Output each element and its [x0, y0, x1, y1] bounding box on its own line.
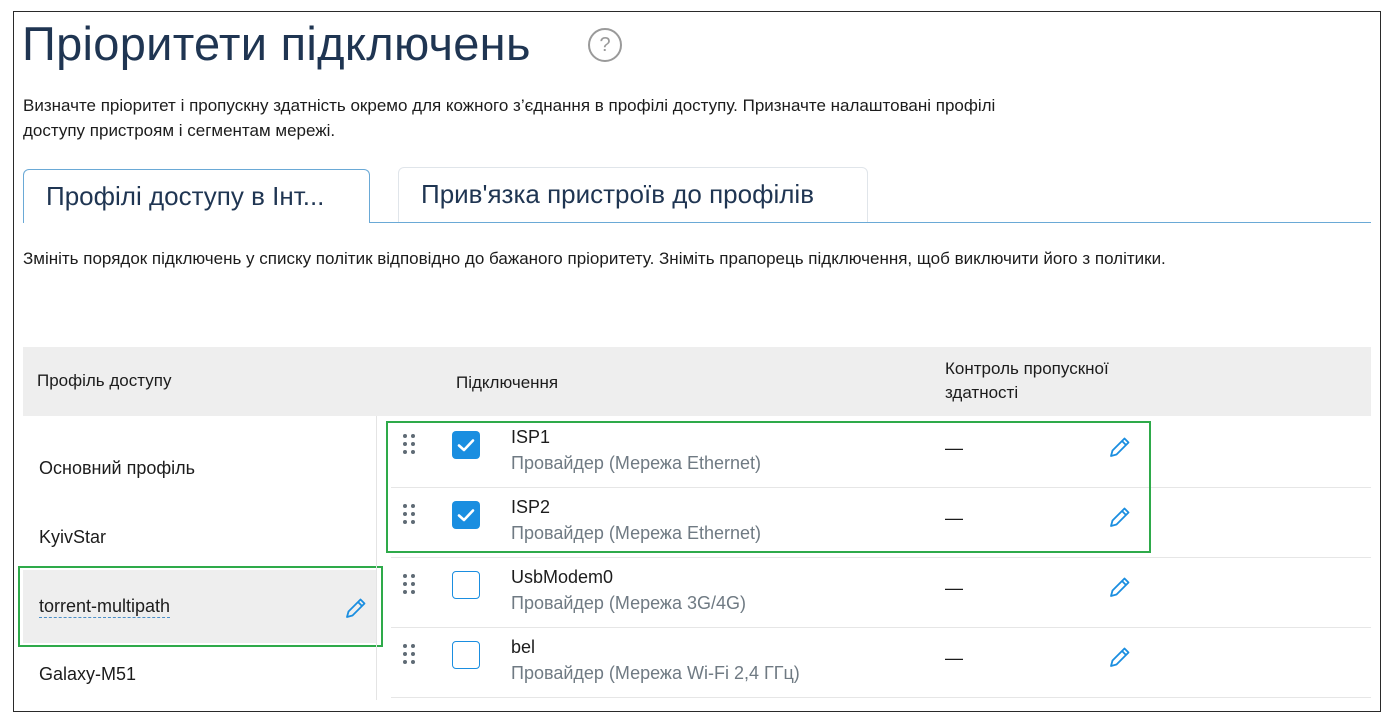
tab-device-binding[interactable]: Прив'язка пристроїв до профілів — [398, 167, 868, 223]
page-title: Пріоритети підключень — [22, 17, 531, 70]
bandwidth-value: — — [945, 578, 963, 598]
profile-item-main[interactable]: Основний профіль — [39, 458, 195, 479]
header-profile: Профіль доступу — [37, 371, 172, 390]
active-connections-highlight — [386, 421, 1151, 553]
description-line-1: Визначте пріоритет і пропускну здатність… — [23, 96, 996, 115]
pencil-icon[interactable] — [1107, 644, 1133, 670]
connection-row-usbmodem0: UsbModem0 Провайдер (Мережа 3G/4G) — — [391, 558, 1371, 628]
tab-access-profiles[interactable]: Профілі доступу в Інт... — [23, 169, 370, 223]
connection-name: UsbModem0 — [511, 567, 614, 587]
tab-underline — [370, 222, 1371, 223]
page-description: Визначте пріоритет і пропускну здатність… — [23, 93, 1183, 143]
connection-checkbox[interactable] — [452, 571, 480, 599]
profile-item-kyivstar[interactable]: KyivStar — [39, 527, 106, 548]
connection-type: Провайдер (Мережа Wi-Fi 2,4 ГГц) — [511, 663, 800, 683]
header-bandwidth-line-1: Контроль пропускної — [945, 359, 1109, 378]
table-header: Профіль доступу Підключення Контроль про… — [23, 347, 1371, 416]
drag-handle-icon[interactable] — [403, 644, 417, 668]
bandwidth-value: — — [945, 648, 963, 668]
pencil-icon[interactable] — [1107, 574, 1133, 600]
header-bandwidth-line-2: здатності — [945, 383, 1019, 402]
help-icon[interactable]: ? — [588, 28, 622, 62]
connection-type: Провайдер (Мережа 3G/4G) — [511, 593, 747, 613]
selected-profile-highlight — [18, 566, 383, 647]
row-divider — [391, 697, 1371, 698]
description-line-2: доступу пристроям і сегментам мережі. — [23, 121, 336, 140]
header-bandwidth: Контроль пропускної здатності — [945, 357, 1109, 405]
column-divider — [376, 416, 377, 700]
connection-checkbox[interactable] — [452, 641, 480, 669]
instructions-text: Змініть порядок підключень у списку полі… — [23, 249, 1166, 268]
connection-row-bel: bel Провайдер (Мережа Wi-Fi 2,4 ГГц) — — [391, 628, 1371, 698]
connection-name: bel — [511, 637, 536, 657]
drag-handle-icon[interactable] — [403, 574, 417, 598]
profile-item-galaxy-m51[interactable]: Galaxy-M51 — [39, 664, 136, 685]
header-connection: Підключення — [456, 373, 559, 392]
